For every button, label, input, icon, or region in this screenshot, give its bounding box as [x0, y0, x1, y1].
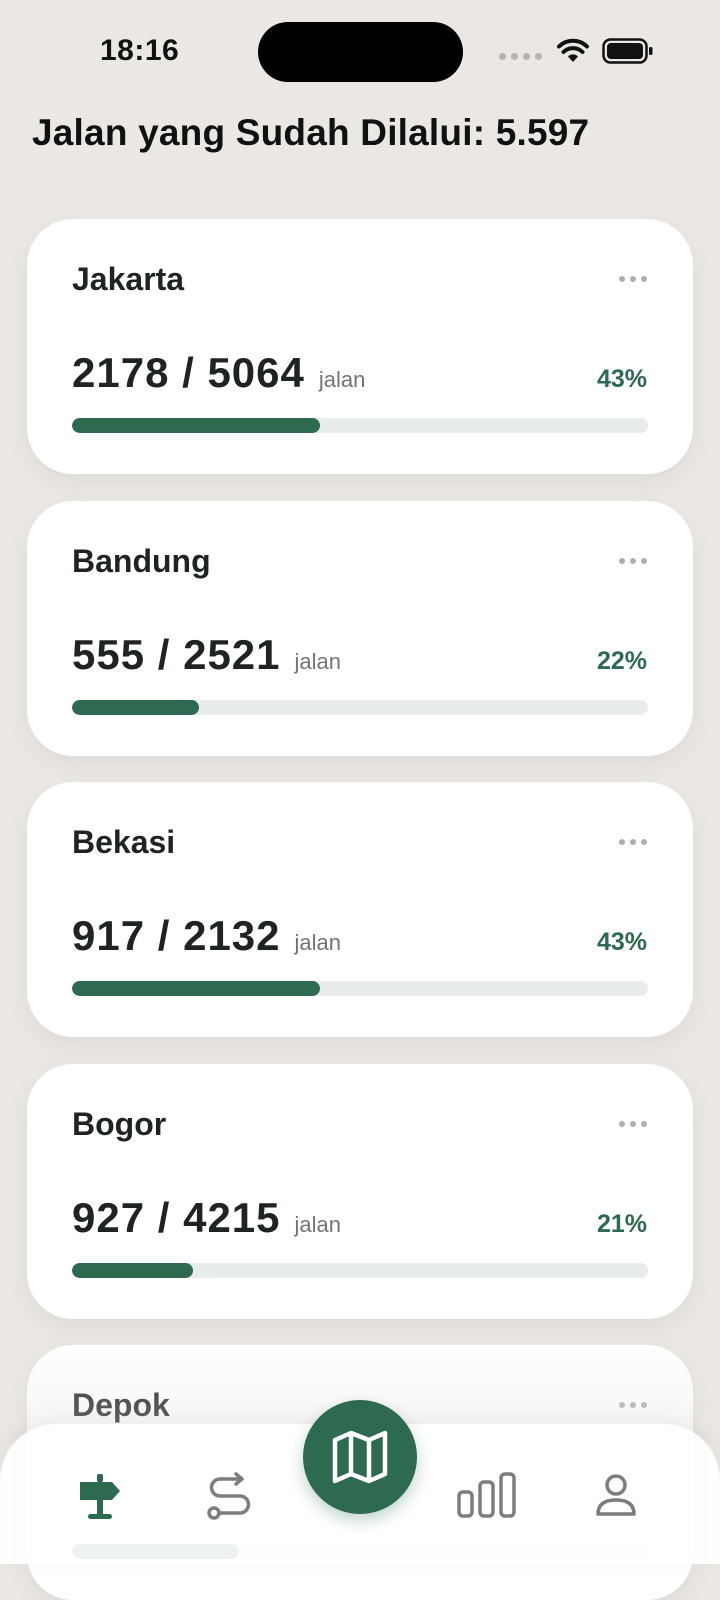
city-name: Depok [72, 1387, 170, 1423]
progress-fill [72, 1263, 193, 1278]
city-name: Bogor [72, 1106, 167, 1142]
count-row: 555 / 2521 jalan [72, 631, 341, 679]
progress-fill [72, 981, 320, 996]
progress-bar [72, 700, 648, 715]
city-card-bekasi[interactable]: Bekasi 917 / 2132 jalan 43% [27, 782, 693, 1037]
nav-item-streets[interactable] [68, 1464, 132, 1528]
page-title: Jalan yang Sudah Dilalui: 5.597 [32, 112, 590, 153]
map-button[interactable] [303, 1400, 417, 1514]
count-row: 927 / 4215 jalan [72, 1194, 341, 1242]
nav-item-routes[interactable] [198, 1464, 262, 1528]
progress-percent: 22% [596, 647, 647, 675]
street-count: 2178 / 5064 [72, 349, 305, 396]
progress-bar [72, 418, 648, 433]
progress-percent: 43% [596, 365, 647, 393]
more-options-icon[interactable] [619, 838, 647, 846]
more-options-icon[interactable] [619, 1120, 647, 1128]
street-count: 555 / 2521 [72, 631, 281, 678]
profile-icon [596, 1474, 636, 1516]
progress-percent: 21% [596, 1210, 647, 1238]
street-count: 917 / 2132 [72, 912, 281, 959]
nav-item-profile[interactable] [584, 1464, 648, 1528]
more-options-icon[interactable] [619, 275, 647, 283]
street-unit: jalan [318, 367, 366, 392]
signpost-icon [80, 1474, 120, 1519]
battery-icon [602, 38, 653, 64]
status-bar: 18:16 [0, 0, 720, 110]
city-name: Bandung [72, 543, 211, 579]
nav-item-stats[interactable] [455, 1464, 519, 1528]
city-card-bandung[interactable]: Bandung 555 / 2521 jalan 22% [27, 501, 693, 756]
map-icon [332, 1430, 388, 1484]
street-unit: jalan [294, 930, 341, 955]
progress-percent: 43% [596, 928, 647, 956]
progress-fill [72, 418, 320, 433]
city-card-jakarta[interactable]: Jakarta 2178 / 5064 jalan 43% [27, 219, 693, 474]
bar-chart-icon [457, 1472, 516, 1518]
count-row: 2178 / 5064 jalan [72, 349, 365, 397]
wifi-icon [557, 38, 589, 62]
progress-bar [72, 981, 648, 996]
street-count: 927 / 4215 [72, 1194, 281, 1241]
street-unit: jalan [294, 649, 341, 674]
status-icons [499, 38, 654, 64]
progress-fill [72, 700, 199, 715]
status-time: 18:16 [100, 34, 180, 67]
cellular-signal-icon [499, 43, 542, 60]
more-options-icon[interactable] [619, 557, 647, 565]
count-row: 917 / 2132 jalan [72, 912, 341, 960]
city-name: Jakarta [72, 261, 185, 297]
street-unit: jalan [294, 1212, 341, 1237]
route-icon [207, 1472, 251, 1520]
city-name: Bekasi [72, 824, 176, 860]
dynamic-island [258, 22, 463, 82]
city-card-bogor[interactable]: Bogor 927 / 4215 jalan 21% [27, 1064, 693, 1319]
progress-bar [72, 1263, 648, 1278]
more-options-icon[interactable] [619, 1401, 647, 1409]
